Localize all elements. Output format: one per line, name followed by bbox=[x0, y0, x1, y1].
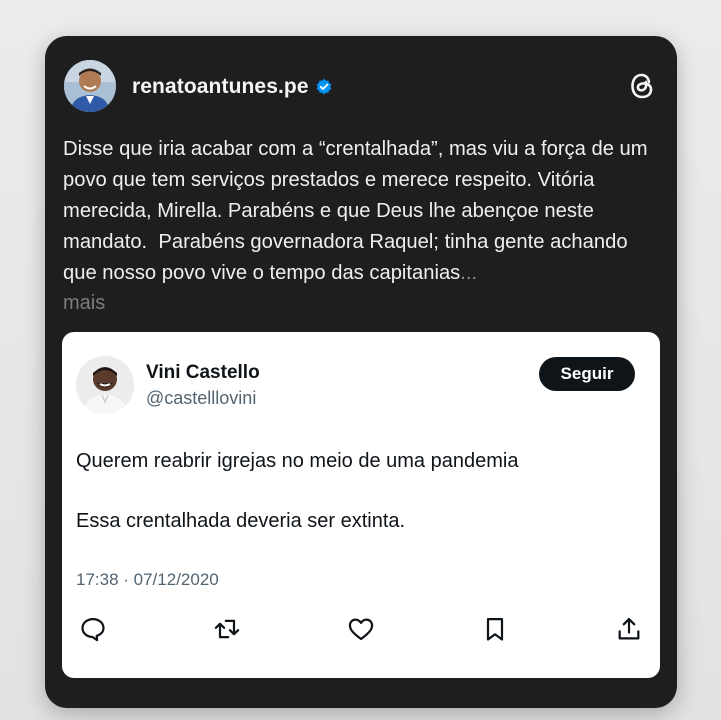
follow-button[interactable]: Seguir bbox=[539, 357, 635, 391]
retweet-button[interactable] bbox=[210, 612, 244, 646]
post-text-content: Disse que iria acabar com a “crentalhada… bbox=[63, 138, 654, 284]
tweet-author-name[interactable]: Vini Castello bbox=[146, 362, 260, 384]
author-avatar[interactable] bbox=[64, 60, 116, 112]
reply-icon bbox=[81, 617, 105, 642]
post-body-text: Disse que iria acabar com a “crentalhada… bbox=[63, 134, 663, 289]
tweet-text-line-1: Querem reabrir igrejas no meio de uma pa… bbox=[76, 450, 519, 472]
reply-button[interactable] bbox=[76, 612, 110, 646]
threads-logo-icon[interactable] bbox=[627, 70, 657, 102]
bookmark-icon bbox=[486, 617, 504, 641]
heart-icon bbox=[348, 618, 374, 641]
tweet-author-handle[interactable]: @castelllovini bbox=[146, 388, 256, 409]
post-text-ellipsis: ... bbox=[460, 262, 478, 284]
verified-badge-icon bbox=[316, 78, 332, 95]
author-row: renatoantunes.pe bbox=[132, 74, 333, 100]
like-button[interactable] bbox=[344, 612, 378, 646]
tweet-timestamp[interactable]: 17:38 · 07/12/2020 bbox=[76, 570, 219, 590]
threads-post-card: renatoantunes.pe Disse que iria acabar c… bbox=[45, 36, 677, 708]
tweet-actions-bar bbox=[62, 612, 660, 652]
bookmark-button[interactable] bbox=[478, 612, 512, 646]
share-button[interactable] bbox=[612, 612, 646, 646]
embedded-tweet[interactable]: Vini Castello @castelllovini Seguir Quer… bbox=[62, 332, 660, 678]
share-icon bbox=[618, 617, 640, 640]
retweet-icon bbox=[214, 619, 240, 639]
tweet-author-avatar[interactable] bbox=[76, 356, 134, 414]
tweet-text-line-2: Essa crentalhada deveria ser extinta. bbox=[76, 510, 406, 532]
author-username[interactable]: renatoantunes.pe bbox=[132, 75, 309, 99]
more-link[interactable]: mais bbox=[63, 288, 105, 319]
